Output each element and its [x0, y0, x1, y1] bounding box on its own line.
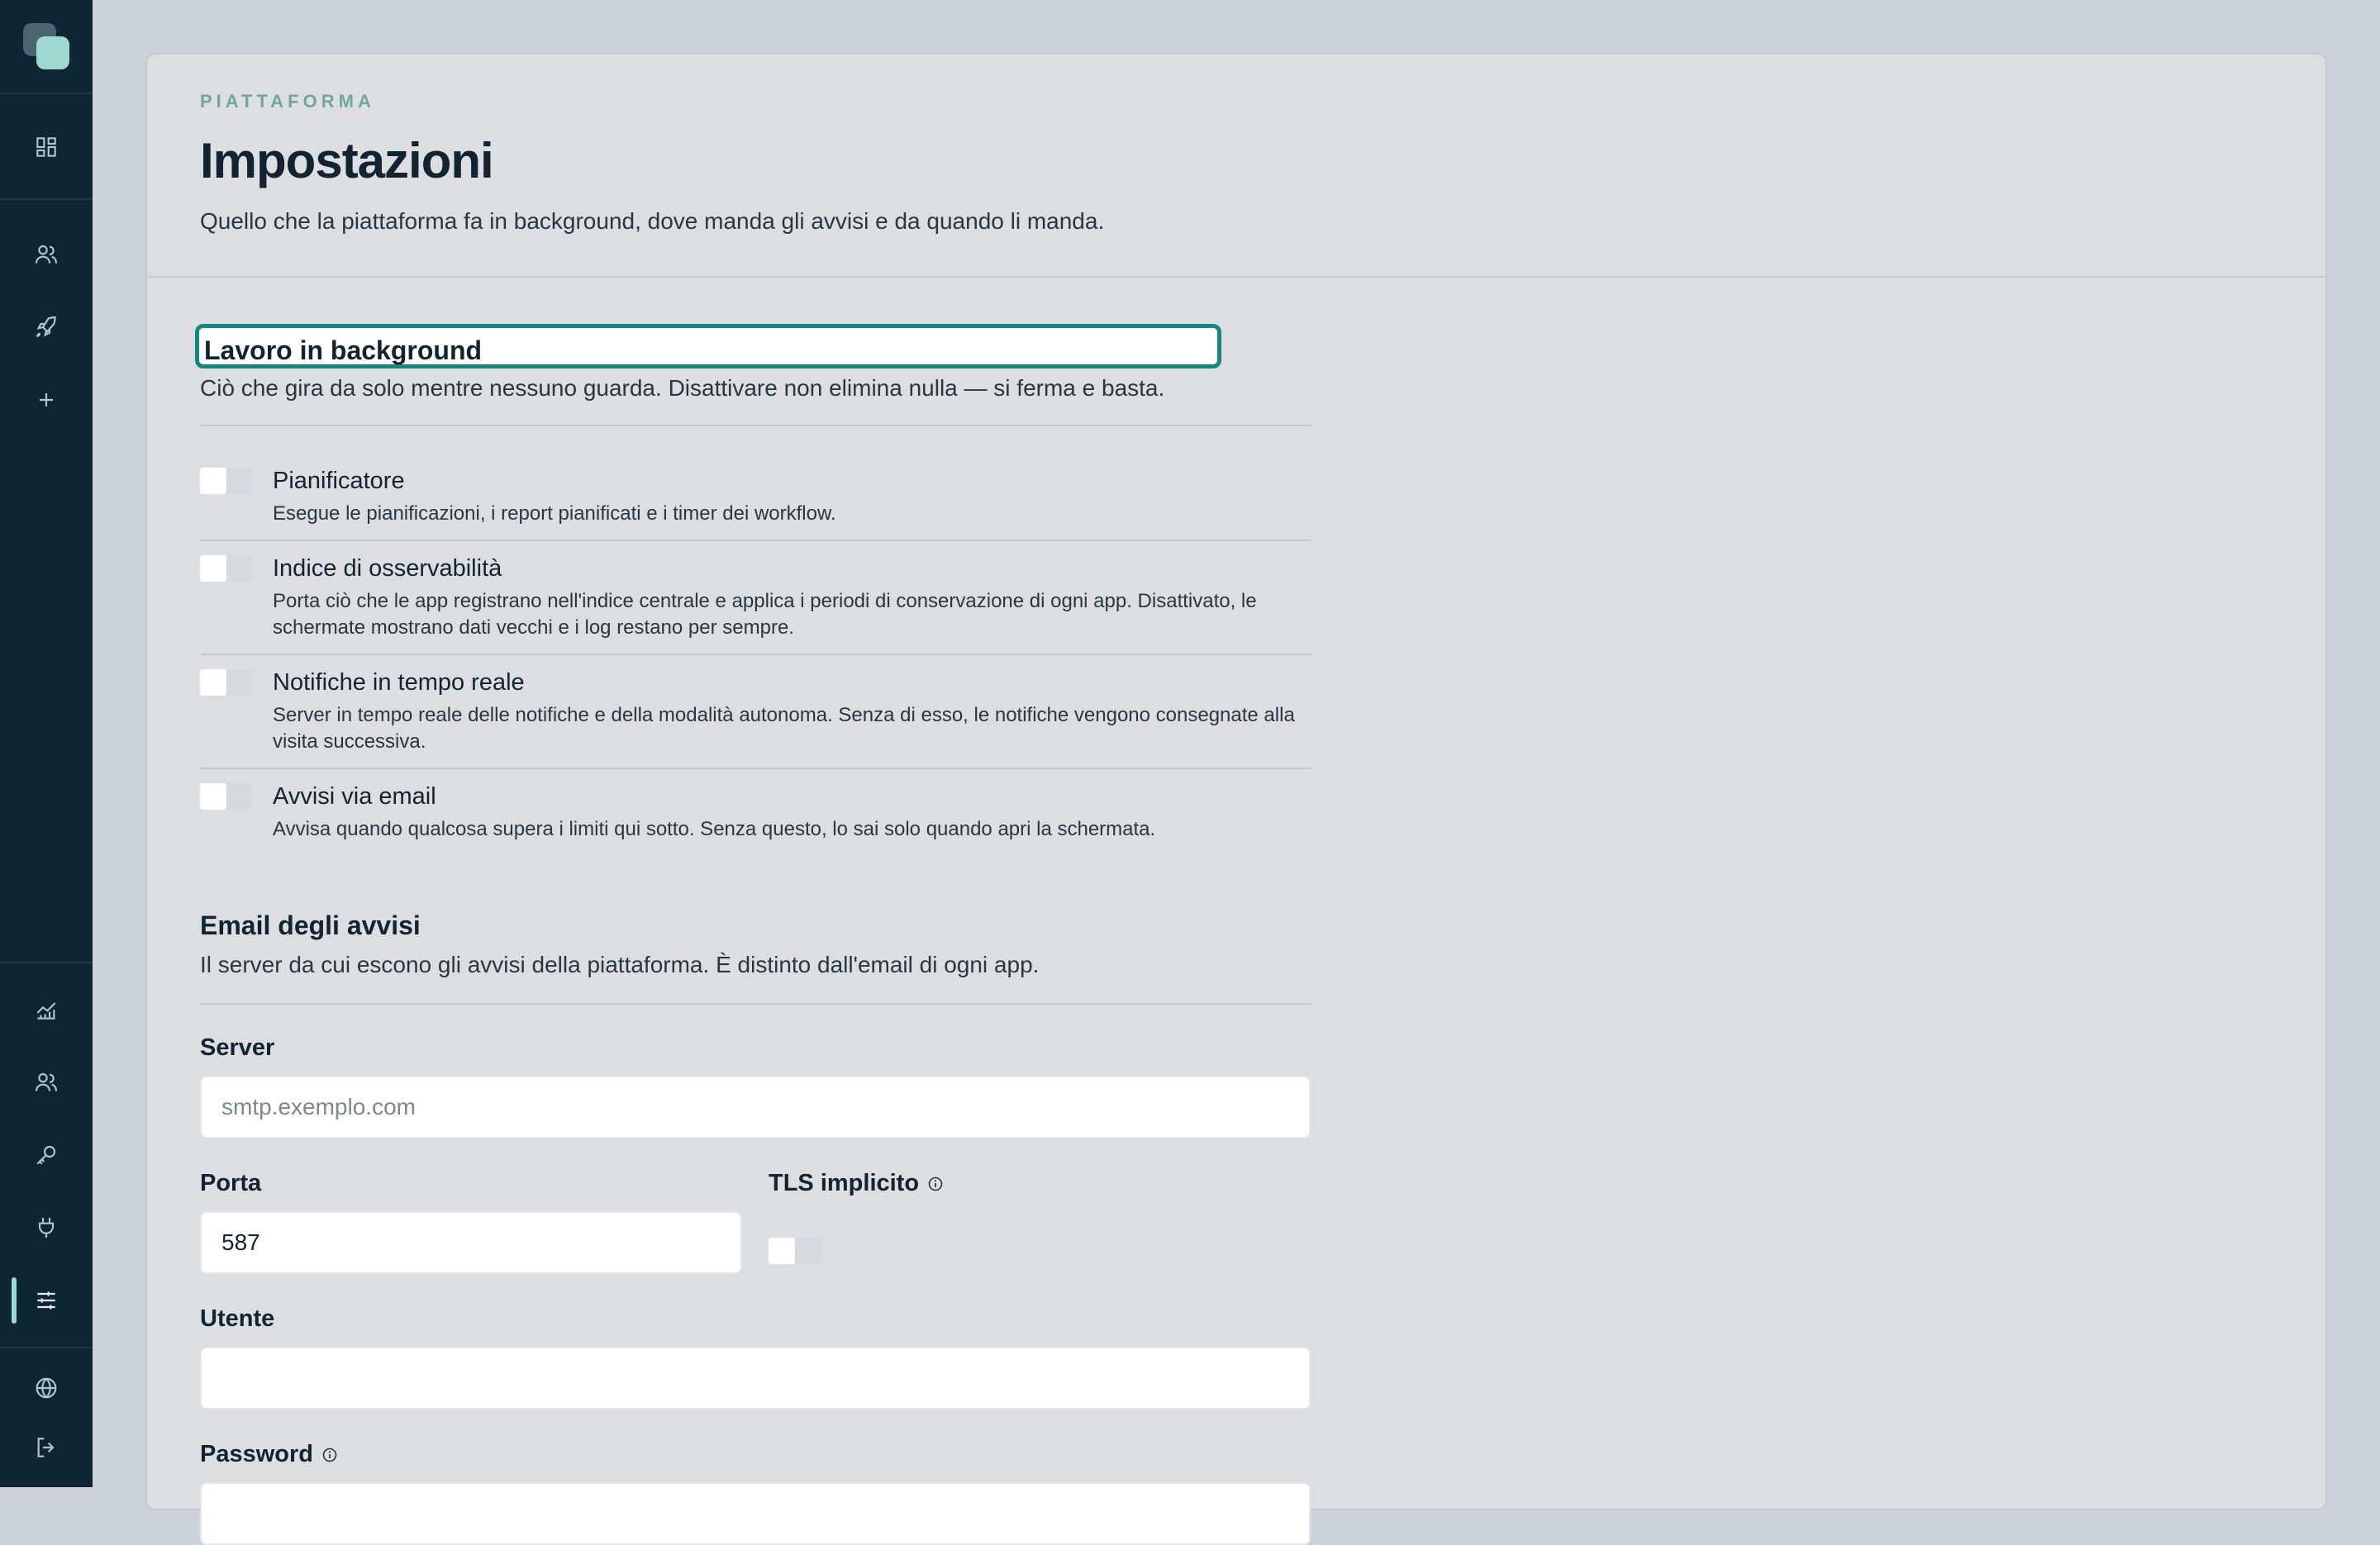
logout-icon[interactable] [26, 1428, 66, 1467]
page-header: PIATTAFORMA Impostazioni Quello che la p… [147, 55, 2325, 278]
row-divider [200, 654, 1311, 655]
toggle-title: Indice di osservabilità [273, 555, 502, 582]
port-input[interactable] [200, 1211, 742, 1274]
key-icon[interactable] [26, 1135, 66, 1175]
sliders-icon[interactable] [26, 1281, 66, 1320]
page-title: Impostazioni [200, 133, 494, 188]
page-eyebrow: PIATTAFORMA [200, 91, 375, 112]
users-icon[interactable] [26, 235, 66, 274]
section-divider [200, 1003, 1311, 1005]
settings-card: PIATTAFORMA Impostazioni Quello che la p… [145, 53, 2327, 1545]
user-label: Utente [200, 1305, 275, 1332]
tls-toggle[interactable] [769, 1238, 821, 1264]
toggle-desc: Avvisa quando qualcosa supera i limiti q… [273, 818, 1156, 840]
page-subtitle: Quello che la piattaforma fa in backgrou… [200, 208, 1105, 234]
row-divider [200, 768, 1311, 769]
toggle-desc: Porta ciò che le app registrano nell'ind… [273, 590, 1257, 639]
rocket-icon[interactable] [26, 307, 66, 347]
section-title-email: Email degli avvisi [200, 910, 421, 940]
globe-icon[interactable] [26, 1368, 66, 1408]
sidebar-divider [0, 962, 93, 963]
password-label-text: Password [200, 1441, 313, 1467]
scheduler-toggle[interactable] [200, 468, 253, 494]
password-input[interactable] [200, 1482, 1311, 1545]
plug-icon[interactable] [26, 1208, 66, 1248]
sidebar-divider [0, 93, 93, 94]
user-input[interactable] [200, 1347, 1311, 1410]
tls-label: TLS implicito [769, 1170, 944, 1197]
toggle-title: Notifiche in tempo reale [273, 669, 525, 696]
info-icon[interactable] [927, 1176, 944, 1192]
toggle-title: Avvisi via email [273, 783, 436, 810]
realtime-toggle[interactable] [200, 669, 253, 696]
section-desc-email: Il server da cui escono gli avvisi della… [200, 952, 1040, 977]
dashboard-icon[interactable] [26, 127, 66, 167]
plus-icon[interactable] [26, 380, 66, 420]
section-divider [200, 425, 1311, 426]
team-icon[interactable] [26, 1062, 66, 1102]
port-label: Porta [200, 1170, 262, 1196]
email-alerts-toggle[interactable] [200, 783, 253, 810]
active-indicator [12, 1277, 17, 1324]
info-icon[interactable] [321, 1447, 338, 1463]
section-title-background[interactable]: Lavoro in background [195, 324, 1221, 368]
section-desc-background: Ciò che gira da solo mentre nessuno guar… [200, 375, 1165, 401]
row-divider [200, 540, 1311, 541]
server-label: Server [200, 1034, 275, 1061]
toggle-title: Pianificatore [273, 468, 405, 494]
observability-toggle[interactable] [200, 555, 253, 582]
sidebar-divider [0, 1347, 93, 1348]
tls-label-text: TLS implicito [769, 1170, 920, 1196]
app-logo[interactable] [23, 23, 69, 69]
toggle-desc: Server in tempo reale delle notifiche e … [273, 704, 1295, 753]
toggle-desc: Esegue le pianificazioni, i report piani… [273, 502, 836, 525]
sidebar [0, 0, 93, 1487]
chart-icon[interactable] [26, 990, 66, 1029]
sidebar-divider [0, 198, 93, 200]
password-label: Password [200, 1441, 338, 1468]
server-input[interactable] [200, 1076, 1311, 1139]
